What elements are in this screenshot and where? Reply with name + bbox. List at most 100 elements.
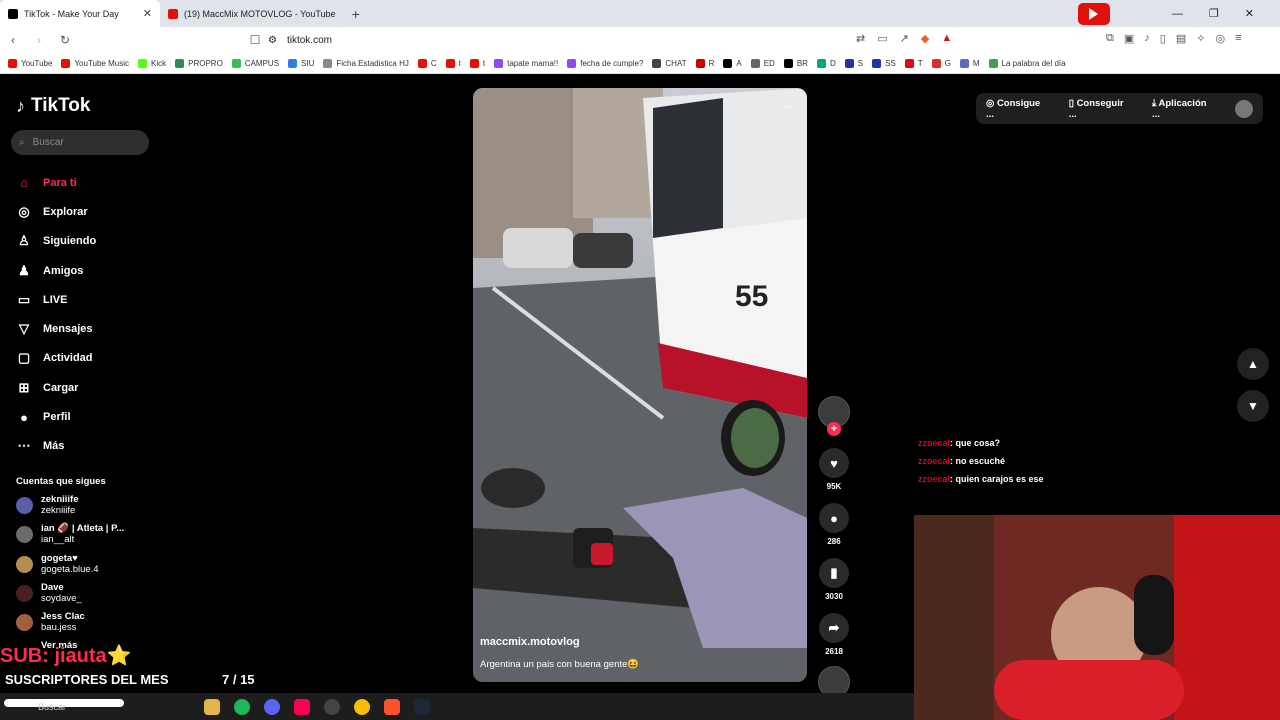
download-app-button[interactable]: ⤓ Aplicación ...	[1152, 98, 1217, 120]
restore-icon[interactable]: ❐	[1209, 7, 1219, 20]
next-video-button[interactable]: ▼	[1237, 390, 1269, 422]
wallet-icon[interactable]: ▤	[1176, 32, 1186, 45]
bookmark-item[interactable]: YouTube	[8, 58, 52, 68]
bookmark-item[interactable]: fecha de cumple?	[567, 58, 643, 68]
bookmark-item[interactable]: t	[469, 58, 485, 68]
video-player[interactable]: 55 ⋯	[473, 88, 807, 682]
bookmark-item[interactable]: R	[695, 58, 714, 68]
following-item[interactable]: Dave soydave_	[16, 582, 124, 611]
bookmark-item[interactable]: M	[959, 58, 980, 68]
video-author[interactable]: maccmix.motovlog	[480, 636, 580, 648]
bookmark-icon[interactable]: ☐	[242, 33, 268, 47]
previous-video-button[interactable]: ▲	[1237, 348, 1269, 380]
sidebar-icon[interactable]: ▯	[1160, 32, 1166, 45]
menu-item-siguiendo[interactable]: ♙ Siguiendo	[16, 227, 96, 256]
bookmark-item[interactable]: ED	[750, 58, 775, 68]
avatar	[16, 555, 33, 573]
menu-item-cargar[interactable]: ⊞ Cargar	[16, 373, 96, 402]
bookmark-icon	[988, 58, 998, 68]
rewards-icon[interactable]: ▲	[941, 32, 952, 45]
spotify-icon[interactable]	[234, 698, 250, 715]
bookmark-item[interactable]: tapate mama!!	[494, 58, 558, 68]
site-info-icon[interactable]: ⚙	[268, 35, 277, 46]
bookmark-item[interactable]: BR	[783, 58, 808, 68]
back-icon[interactable]: ‹	[0, 33, 26, 47]
cast-icon[interactable]: ▭	[877, 32, 887, 45]
bookmark-item[interactable]: A	[723, 58, 742, 68]
bookmark-item[interactable]: D	[816, 58, 836, 68]
tiktok-logo[interactable]: ♪ TikTok	[16, 95, 90, 117]
following-item[interactable]: Jess Clac bau.jess	[16, 611, 124, 640]
menu-icon[interactable]: ≡	[1235, 32, 1241, 45]
menu-item-actividad[interactable]: ▢ Actividad	[16, 344, 96, 373]
avatar	[16, 614, 33, 632]
minimize-icon[interactable]: —	[1172, 8, 1183, 20]
extensions-icon[interactable]: ⧉	[1106, 32, 1114, 45]
get-coins-button[interactable]: ◎ Consigue ...	[986, 98, 1051, 120]
bookmark-item[interactable]: PROPRO	[175, 58, 223, 68]
bookmark-item[interactable]: Ficha Estadistica HJ	[323, 58, 409, 68]
chrome-icon[interactable]	[354, 698, 370, 715]
brave-shield-icon[interactable]: ◆	[921, 32, 929, 45]
search-input[interactable]: ⌕ Buscar	[11, 130, 149, 155]
bookmark-item[interactable]: t	[445, 58, 461, 68]
following-item[interactable]: gogeta♥ gogeta.blue.4	[16, 553, 124, 582]
user-avatar[interactable]	[1235, 99, 1253, 118]
close-tab-icon[interactable]: ✕	[143, 7, 152, 20]
new-tab-button[interactable]: +	[344, 6, 368, 22]
bookmark-item[interactable]: G	[931, 58, 951, 68]
youtube-extension-icon[interactable]	[1077, 2, 1110, 25]
taskbar-search[interactable]: Buscar	[38, 702, 66, 712]
bookmark-item[interactable]: CHAT	[652, 58, 687, 68]
bookmark-item[interactable]: SIU	[288, 58, 314, 68]
get-app-button[interactable]: ▯ Conseguir ...	[1069, 98, 1134, 120]
bookmark-item[interactable]: La palabra del día	[988, 58, 1066, 68]
menu-item-live[interactable]: ▭ LIVE	[16, 285, 96, 314]
chat-message: zzoecal: no escuché	[918, 456, 1006, 466]
menu-item-mensajes[interactable]: ▽ Mensajes	[16, 314, 96, 343]
top-right-actions: ◎ Consigue ... ▯ Conseguir ... ⤓ Aplicac…	[976, 93, 1263, 124]
leo-icon[interactable]: ✧	[1196, 32, 1205, 45]
bookmark-icon	[816, 58, 826, 68]
following-item[interactable]: zekniiife zekniiife	[16, 494, 124, 523]
tab-youtube[interactable]: (19) MaccMix MOTOVLOG - YouTube	[160, 0, 344, 27]
profile-avatar: ●	[20, 409, 28, 425]
obs-icon[interactable]	[324, 698, 340, 715]
discord-icon[interactable]	[264, 698, 280, 715]
menu-item-mas[interactable]: ⋯ Más	[16, 432, 96, 461]
vpn-icon[interactable]: ◎	[1215, 32, 1225, 45]
share-button[interactable]: ➦	[819, 613, 849, 643]
menu-item-para-ti[interactable]: ⌂ Para ti	[16, 168, 96, 197]
bookmark-item[interactable]: Kick	[138, 58, 166, 68]
forward-icon[interactable]: ›	[26, 33, 52, 47]
translate-icon[interactable]: ⇄	[856, 32, 865, 45]
menu-item-explorar[interactable]: ◎ Explorar	[16, 197, 96, 226]
comment-button[interactable]: ●	[819, 503, 849, 533]
brave-icon[interactable]	[384, 698, 400, 715]
screenshot-icon[interactable]: ▣	[1124, 32, 1134, 45]
webcam-feed	[914, 515, 1280, 720]
tab-tiktok[interactable]: TikTok - Make Your Day ✕	[0, 0, 160, 27]
menu-item-perfil[interactable]: ● Perfil	[16, 402, 96, 431]
close-window-icon[interactable]: ✕	[1245, 7, 1254, 20]
music-icon[interactable]: ♪	[1144, 32, 1150, 45]
bookmark-item[interactable]: C	[417, 58, 437, 68]
menu-item-amigos[interactable]: ♟ Amigos	[16, 256, 96, 285]
share-icon[interactable]: ↗	[900, 32, 909, 45]
bookmark-icon	[494, 58, 504, 68]
video-options-icon[interactable]: ⋯	[779, 98, 793, 115]
follow-button[interactable]: +	[827, 422, 841, 436]
tiktok-icon[interactable]	[294, 698, 310, 715]
bookmark-item[interactable]: SS	[872, 58, 896, 68]
bookmark-item[interactable]: T	[904, 58, 923, 68]
bookmark-item[interactable]: S	[844, 58, 863, 68]
steam-icon[interactable]	[414, 698, 430, 715]
explorer-icon[interactable]	[204, 698, 220, 715]
reload-icon[interactable]: ↻	[52, 33, 78, 47]
following-item[interactable]: ian 🏈 | Atleta | P... ian__alt	[16, 523, 124, 552]
like-button[interactable]: ♥	[819, 448, 849, 478]
save-button[interactable]: ▮	[819, 558, 849, 588]
bookmark-icon	[844, 58, 854, 68]
bookmark-item[interactable]: YouTube Music	[61, 58, 129, 68]
bookmark-item[interactable]: CAMPUS	[231, 58, 279, 68]
